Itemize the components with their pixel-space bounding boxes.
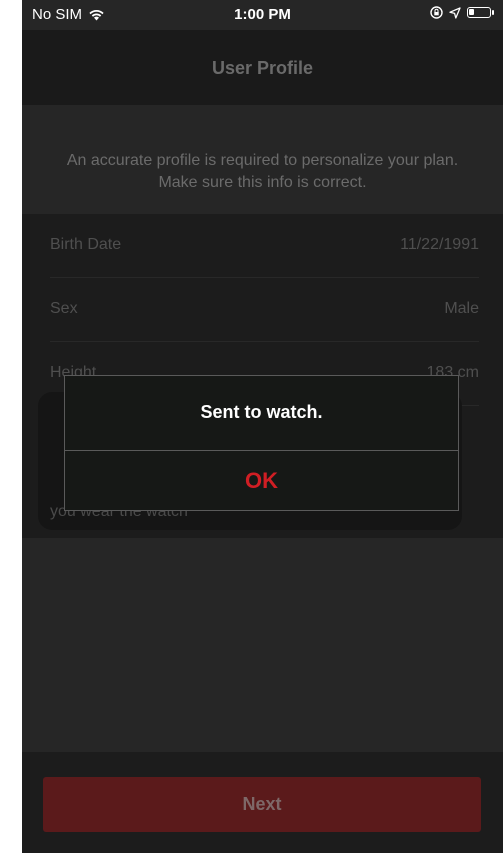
location-arrow-icon xyxy=(449,6,461,19)
status-right xyxy=(430,6,494,19)
next-button[interactable]: Next xyxy=(43,777,481,832)
battery-icon xyxy=(467,7,494,18)
form-row-birth-date[interactable]: Birth Date 11/22/1991 xyxy=(50,214,479,278)
alert-ok-button[interactable]: OK xyxy=(65,451,458,511)
phone-screen: No SIM 1:00 PM User Profile An accurate … xyxy=(22,0,503,853)
profile-info-text: An accurate profile is required to perso… xyxy=(66,152,459,191)
status-bar: No SIM 1:00 PM xyxy=(22,0,503,30)
location-lock-icon xyxy=(430,6,443,19)
battery-fill xyxy=(469,9,474,15)
alert-dialog: Sent to watch. OK xyxy=(64,375,459,511)
alert-message: Sent to watch. xyxy=(200,402,323,422)
nav-bar: User Profile xyxy=(22,30,503,105)
form-row-sex[interactable]: Sex Male xyxy=(50,278,479,342)
birth-date-label: Birth Date xyxy=(50,236,122,253)
birth-date-value: 11/22/1991 xyxy=(400,236,479,253)
page-title: User Profile xyxy=(211,58,314,78)
sex-value: Male xyxy=(444,300,479,317)
sex-label: Sex xyxy=(50,300,78,317)
